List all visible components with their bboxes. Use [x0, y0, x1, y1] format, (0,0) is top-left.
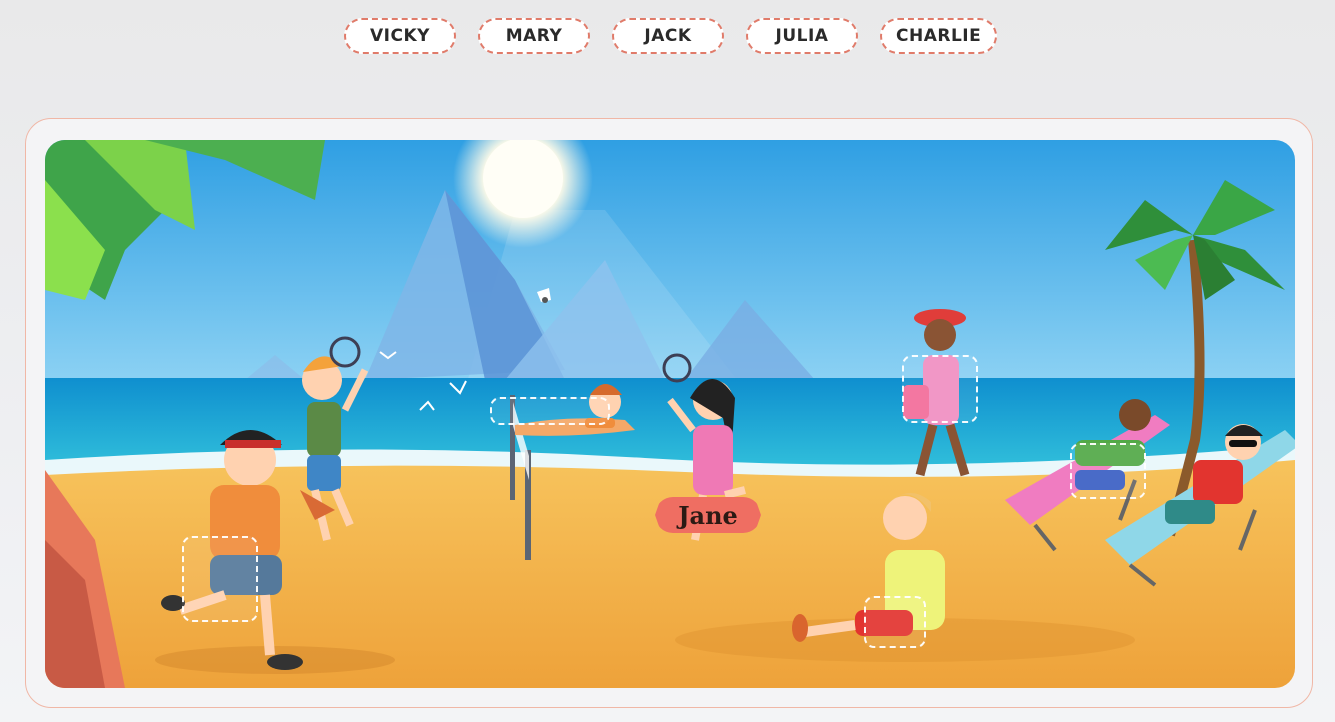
- drop-zone-pirate-boy[interactable]: [182, 536, 258, 622]
- name-chip-julia[interactable]: JULIA: [746, 18, 858, 54]
- drop-zone-walking-girl[interactable]: [902, 355, 978, 423]
- name-chip-charlie[interactable]: CHARLIE: [880, 18, 998, 54]
- name-label-jane: Jane: [655, 497, 761, 533]
- drop-zone-sitting-girl[interactable]: [864, 596, 926, 648]
- name-chip-mary[interactable]: MARY: [478, 18, 590, 54]
- drop-zone-swimmer[interactable]: [490, 397, 610, 425]
- name-chip-vicky[interactable]: VICKY: [344, 18, 456, 54]
- name-chip-jack[interactable]: JACK: [612, 18, 724, 54]
- drop-zone-chair-boy[interactable]: [1070, 443, 1146, 499]
- name-bank: VICKY MARY JACK JULIA CHARLIE: [344, 18, 998, 54]
